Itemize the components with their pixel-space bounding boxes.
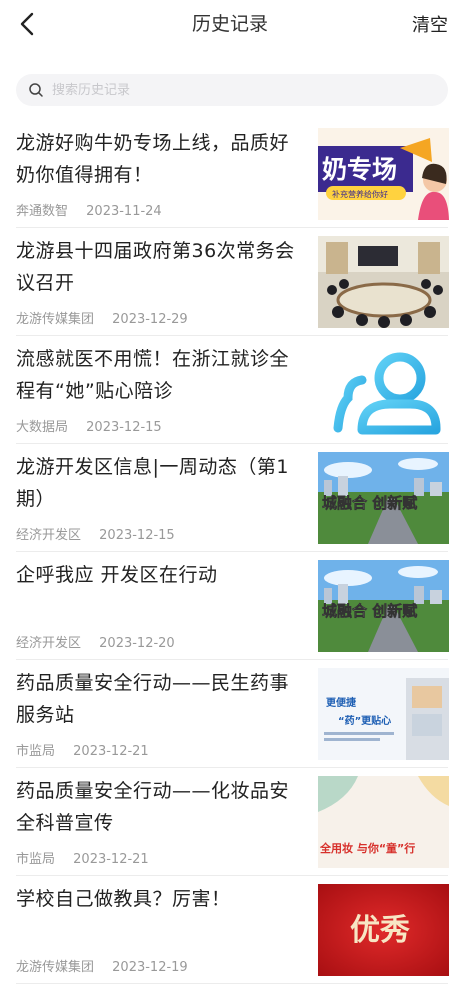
thumb-text-2: “药”更贴心 (338, 714, 391, 727)
item-date: 2023-12-19 (112, 960, 188, 975)
item-date: 2023-12-21 (73, 744, 149, 759)
item-source: 经济开发区 (16, 636, 82, 651)
item-meta: 经济开发区 2023-12-20 (16, 632, 175, 651)
list-item[interactable]: 龙游开发区信息|一周动态（第1期） 经济开发区 2023-12-15 城融合 创… (0, 444, 460, 552)
item-source: 龙游传媒集团 (16, 960, 95, 975)
thumb-text: 奶专场 (322, 155, 397, 184)
item-thumbnail: 城融合 创新赋 (318, 560, 449, 652)
item-meta: 市监局 2023-12-21 (16, 848, 149, 867)
item-source: 市监局 (16, 744, 56, 759)
list-item[interactable]: 流感就医不用慌！在浙江就诊全程有“她”贴心陪诊 大数据局 2023-12-15 (0, 336, 460, 444)
item-date: 2023-11-24 (86, 204, 162, 219)
item-source: 大数据局 (16, 420, 69, 435)
item-title: 流感就医不用慌！在浙江就诊全程有“她”贴心陪诊 (16, 348, 290, 402)
thumb-text: 城融合 创新赋 (322, 494, 417, 512)
list-item[interactable]: 药品质量安全行动——化妆品安全科普宣传 市监局 2023-12-21 全用妆 与… (0, 768, 460, 876)
page-title: 历史记录 (191, 13, 268, 35)
list-item[interactable]: 学校自己做教具？厉害！ 龙游传媒集团 2023-12-19 优秀 (0, 876, 460, 984)
item-date: 2023-12-21 (73, 852, 149, 867)
item-title: 龙游好购牛奶专场上线，品质好奶你值得拥有！ (16, 132, 290, 186)
item-thumbnail: 奶专场 补充营养给你好 (318, 128, 449, 220)
item-thumbnail: 城融合 创新赋 (318, 452, 449, 544)
item-thumbnail (318, 236, 449, 328)
item-date: 2023-12-20 (99, 636, 175, 651)
item-thumbnail: 更便捷 “药”更贴心 (318, 668, 449, 760)
item-meta: 龙游传媒集团 2023-12-19 (16, 956, 188, 975)
user-group-icon (333, 352, 441, 435)
thumb-text: 全用妆 与你“童”行 (319, 841, 415, 855)
thumb-text-1: 更便捷 (326, 696, 357, 709)
item-title: 企呼我应 开发区在行动 (16, 564, 218, 586)
item-title: 龙游县十四届政府第36次常务会议召开 (16, 240, 295, 294)
header: 历史记录 清空 (0, 0, 460, 48)
item-source: 龙游传媒集团 (16, 312, 95, 327)
item-meta: 龙游传媒集团 2023-12-29 (16, 308, 188, 327)
item-meta: 大数据局 2023-12-15 (16, 416, 162, 435)
search-bar[interactable] (16, 74, 448, 106)
item-thumbnail (318, 344, 449, 436)
list-item[interactable]: 企呼我应 开发区在行动 经济开发区 2023-12-20 城融合 创新赋 (0, 552, 460, 660)
history-list: 龙游好购牛奶专场上线，品质好奶你值得拥有！ 奔通数智 2023-11-24 奶专… (0, 120, 460, 984)
item-source: 经济开发区 (16, 528, 82, 543)
item-title: 学校自己做教具？厉害！ (16, 888, 231, 910)
list-item[interactable]: 龙游好购牛奶专场上线，品质好奶你值得拥有！ 奔通数智 2023-11-24 奶专… (0, 120, 460, 228)
search-input[interactable] (52, 74, 432, 106)
item-source: 市监局 (16, 852, 56, 867)
item-title: 龙游开发区信息|一周动态（第1期） (16, 456, 289, 510)
item-date: 2023-12-29 (112, 312, 188, 327)
item-thumbnail: 全用妆 与你“童”行 (318, 776, 449, 868)
item-title: 药品质量安全行动——民生药事服务站 (16, 672, 290, 726)
item-date: 2023-12-15 (99, 528, 175, 543)
thumb-text: 优秀 (350, 913, 410, 948)
item-meta: 奔通数智 2023-11-24 (16, 200, 162, 219)
list-item[interactable]: 龙游县十四届政府第36次常务会议召开 龙游传媒集团 2023-12-29 (0, 228, 460, 336)
item-date: 2023-12-15 (86, 420, 162, 435)
clear-button[interactable]: 清空 (412, 11, 448, 37)
item-title: 药品质量安全行动——化妆品安全科普宣传 (16, 780, 290, 834)
thumb-text: 城融合 创新赋 (322, 602, 417, 620)
item-source: 奔通数智 (16, 204, 69, 219)
thumb-sub: 补充营养给你好 (332, 189, 388, 199)
item-meta: 市监局 2023-12-21 (16, 740, 149, 759)
search-icon (29, 83, 43, 97)
item-thumbnail: 优秀 (318, 884, 449, 976)
list-item[interactable]: 药品质量安全行动——民生药事服务站 市监局 2023-12-21 更便捷 “药”… (0, 660, 460, 768)
item-meta: 经济开发区 2023-12-15 (16, 524, 175, 543)
